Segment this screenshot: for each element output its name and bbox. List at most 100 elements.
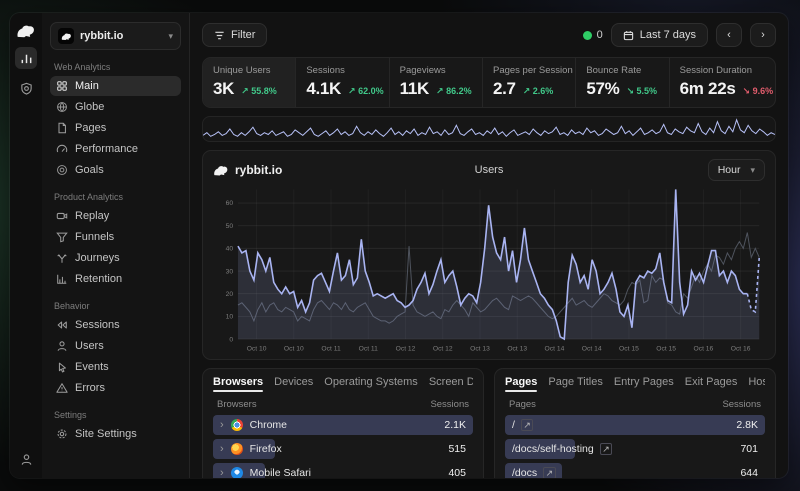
sidebar-item-retention[interactable]: Retention <box>50 269 181 289</box>
sidebar-item-label: Globe <box>75 101 104 113</box>
table-row-mobile-safari[interactable]: › Mobile Safari 405 <box>213 463 473 478</box>
site-name: rybbit.io <box>80 30 162 42</box>
stat-label: Sessions <box>306 65 378 76</box>
prev-period-button[interactable]: ‹ <box>716 23 742 47</box>
users-line-chart[interactable]: 0102030405060Oct 10Oct 10Oct 11Oct 11Oct… <box>213 185 765 355</box>
svg-text:Oct 15: Oct 15 <box>619 346 639 353</box>
table-row-docs-self-hosting[interactable]: /docs/self-hosting ↗ 701 <box>505 439 765 459</box>
external-link-icon[interactable]: ↗ <box>543 467 556 478</box>
svg-text:50: 50 <box>226 223 234 230</box>
svg-text:Oct 10: Oct 10 <box>247 346 267 353</box>
svg-text:60: 60 <box>226 200 234 207</box>
row-value: 2.8K <box>736 419 758 431</box>
tab-screen-dimensions[interactable]: Screen Dimensions <box>429 377 473 392</box>
users-chart-card: Users rybbit.io Hour ▾ 0102030405060Oct … <box>202 150 776 360</box>
filter-button[interactable]: Filter <box>202 23 267 47</box>
chevron-right-icon: › <box>761 29 765 41</box>
stat-sessions[interactable]: Sessions 4.1K ↗ 62.0% <box>296 58 389 107</box>
next-period-button[interactable]: › <box>750 23 776 47</box>
svg-text:20: 20 <box>226 291 234 298</box>
section-title-settings: Settings <box>54 410 177 420</box>
sparkline-chart <box>203 117 775 141</box>
sidebar-item-goals[interactable]: Goals <box>50 160 181 180</box>
section-title-behavior: Behavior <box>54 301 177 311</box>
external-link-icon[interactable]: ↗ <box>600 443 613 455</box>
row-label: / <box>512 419 515 431</box>
chevron-down-icon: ▾ <box>750 165 755 176</box>
sidebar-item-label: Funnels <box>75 231 114 243</box>
stat-session-duration[interactable]: Session Duration 6m 22s ↘ 9.6% <box>670 58 775 107</box>
calendar-icon <box>623 30 634 41</box>
svg-text:Oct 11: Oct 11 <box>321 346 341 353</box>
sidebar-item-label: Main <box>75 80 99 92</box>
tab-exit-pages[interactable]: Exit Pages <box>685 377 738 392</box>
row-label: /docs/self-hosting <box>512 443 594 455</box>
row-bar <box>505 415 765 435</box>
sidebar-item-users[interactable]: Users <box>50 336 181 356</box>
gear-icon <box>56 428 68 440</box>
warning-triangle-icon <box>56 382 68 394</box>
sidebar-item-label: Performance <box>75 143 138 155</box>
file-icon <box>56 122 68 134</box>
row-label: Mobile Safari <box>250 467 311 478</box>
svg-text:Oct 12: Oct 12 <box>433 346 453 353</box>
tab-pages[interactable]: Pages <box>505 377 537 392</box>
sidebar-item-replay[interactable]: Replay <box>50 206 181 226</box>
table-row-chrome[interactable]: › Chrome 2.1K <box>213 415 473 435</box>
rail-analytics-button[interactable] <box>15 47 37 69</box>
sidebar-item-main[interactable]: Main <box>50 76 181 96</box>
sidebar-item-label: Errors <box>75 382 105 394</box>
stat-label: Pages per Session <box>493 65 565 76</box>
trend-arrow-icon: ↗ <box>348 86 356 96</box>
interval-select[interactable]: Hour ▾ <box>708 159 765 181</box>
user-icon <box>56 340 68 352</box>
stat-bounce-rate[interactable]: Bounce Rate 57% ↘ 5.5% <box>576 58 669 107</box>
pages-columns: Pages Sessions <box>505 396 765 415</box>
tab-browsers[interactable]: Browsers <box>213 377 263 392</box>
svg-text:10: 10 <box>226 314 234 321</box>
svg-text:Oct 15: Oct 15 <box>656 346 676 353</box>
external-link-icon[interactable]: ↗ <box>521 419 534 431</box>
filter-label: Filter <box>231 29 255 41</box>
tab-devices[interactable]: Devices <box>274 377 313 392</box>
sidebar-item-pages[interactable]: Pages <box>50 118 181 138</box>
sidebar-item-performance[interactable]: Performance <box>50 139 181 159</box>
stat-change: ↗ 86.2% <box>436 86 472 97</box>
interval-value: Hour <box>718 164 741 176</box>
svg-text:Oct 12: Oct 12 <box>396 346 416 353</box>
filter-icon <box>214 30 225 41</box>
table-row-docs[interactable]: /docs ↗ 644 <box>505 463 765 478</box>
rewind-icon <box>56 319 68 331</box>
chevron-right-icon: › <box>220 443 224 455</box>
browsers-panel: Browsers Devices Operating Systems Scree… <box>202 368 484 478</box>
sidebar-item-journeys[interactable]: Journeys <box>50 248 181 268</box>
table-row-firefox[interactable]: › Firefox 515 <box>213 439 473 459</box>
tab-entry-pages[interactable]: Entry Pages <box>614 377 674 392</box>
date-range-button[interactable]: Last 7 days <box>611 23 708 47</box>
grid-icon <box>56 80 68 92</box>
stat-label: Bounce Rate <box>586 65 658 76</box>
table-row-root[interactable]: / ↗ 2.8K <box>505 415 765 435</box>
sidebar-item-errors[interactable]: Errors <box>50 378 181 398</box>
site-selector[interactable]: rybbit.io ▾ <box>50 22 181 50</box>
tab-page-titles[interactable]: Page Titles <box>548 377 602 392</box>
sidebar-item-sessions[interactable]: Sessions <box>50 315 181 335</box>
tab-operating-systems[interactable]: Operating Systems <box>324 377 418 392</box>
browsers-panel-tabs: Browsers Devices Operating Systems Scree… <box>213 377 473 396</box>
rail-account-button[interactable] <box>15 448 37 470</box>
sidebar-item-globe[interactable]: Globe <box>50 97 181 117</box>
sidebar: rybbit.io ▾ Web Analytics Main Globe Pag… <box>42 13 190 478</box>
funnel-icon <box>56 231 68 243</box>
sidebar-item-site-settings[interactable]: Site Settings <box>50 424 181 444</box>
svg-text:Oct 13: Oct 13 <box>470 346 490 353</box>
stat-pageviews[interactable]: Pageviews 11K ↗ 86.2% <box>390 58 483 107</box>
firefox-icon <box>231 443 243 455</box>
rail-security-button[interactable] <box>15 77 37 99</box>
bar-chart-icon <box>20 52 33 65</box>
sidebar-item-events[interactable]: Events <box>50 357 181 377</box>
stat-unique-users[interactable]: Unique Users 3K ↗ 55.8% <box>203 58 296 107</box>
sidebar-item-funnels[interactable]: Funnels <box>50 227 181 247</box>
stat-pages-per-session[interactable]: Pages per Session 2.7 ↗ 2.6% <box>483 58 576 107</box>
route-fork-icon <box>56 252 68 264</box>
tab-hostnames[interactable]: Hostnames <box>748 377 765 392</box>
